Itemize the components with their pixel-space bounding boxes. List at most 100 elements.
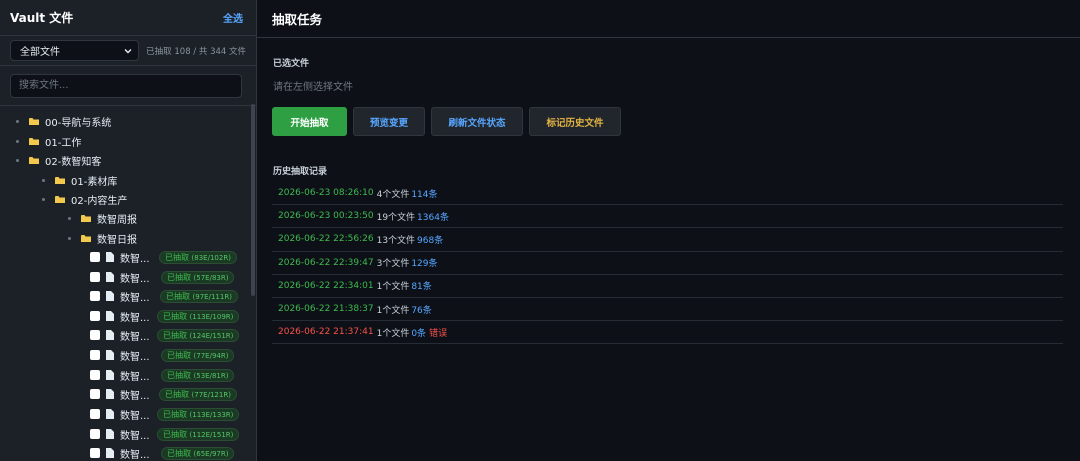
tree-folder-row[interactable]: 02-数智知客 [16, 151, 101, 169]
preview-changes-button[interactable]: 预览变更 [353, 107, 425, 136]
sidebar-scrollbar[interactable] [251, 104, 255, 296]
file-icon [106, 429, 114, 439]
history-count: 76条 [411, 305, 432, 316]
start-extract-button[interactable]: 开始抽取 [272, 107, 347, 136]
history-count: 1364条 [417, 212, 449, 223]
file-row[interactable]: 数智... [90, 346, 157, 364]
file-row[interactable]: 数智... [90, 326, 157, 344]
chevron-down-icon [124, 48, 132, 53]
history-list: 2026-06-23 08:26:10 4个文件 114条 2026-06-23… [272, 182, 1063, 345]
action-buttons: 开始抽取 预览变更 刷新文件状态 标记历史文件 [272, 107, 627, 136]
folder-icon [55, 176, 65, 184]
history-files: 1个文件 [376, 305, 410, 316]
file-name: 数智... [120, 253, 150, 265]
file-name: 数智... [120, 292, 150, 304]
file-name: 数智... [120, 351, 150, 363]
file-row[interactable]: 数智... [90, 268, 157, 286]
tree-bullet-icon [16, 119, 19, 123]
file-filter-select[interactable]: 全部文件 [10, 40, 140, 61]
tree-folder-row[interactable]: 数智周报 [68, 209, 137, 227]
file-icon [106, 389, 114, 399]
file-checkbox[interactable] [90, 330, 100, 340]
folder-icon [29, 156, 39, 164]
file-checkbox[interactable] [90, 272, 100, 282]
file-icon [106, 272, 114, 282]
tree-folder-row[interactable]: 数智日报 [68, 229, 137, 247]
tree-folder-row[interactable]: 00-导航与系统 [16, 112, 111, 130]
tree-folder-row[interactable]: 01-工作 [16, 132, 81, 150]
file-name: 数智... [120, 273, 150, 285]
badge-detail: (112E/151R) [189, 431, 234, 439]
history-row: 2026-06-22 21:38:37 1个文件 76条 [272, 298, 1063, 322]
history-row: 2026-06-22 22:39:47 3个文件 129条 [272, 252, 1063, 275]
badge-detail: (124E/151R) [189, 332, 234, 340]
file-name: 数智... [120, 371, 150, 383]
history-files: 3个文件 [376, 259, 410, 270]
history-row: 2026-06-22 22:34:01 1个文件 81条 [272, 275, 1063, 298]
file-icon [106, 350, 114, 360]
file-icon [106, 291, 114, 301]
file-checkbox[interactable] [90, 252, 100, 262]
page-title: 抽取任务 [272, 12, 323, 27]
folder-icon [55, 195, 65, 203]
status-badge: 已抽取 (113E/133R) [157, 408, 240, 421]
mark-history-button[interactable]: 标记历史文件 [529, 107, 621, 136]
status-badge: 已抽取 (77E/121R) [159, 388, 237, 401]
history-count: 129条 [411, 259, 438, 270]
file-row[interactable]: 数智... [90, 444, 157, 461]
history-count: 114条 [411, 189, 438, 200]
file-filter-value: 全部文件 [20, 47, 60, 58]
history-row: 2026-06-23 08:26:10 4个文件 114条 [272, 182, 1063, 206]
select-all-link[interactable]: 全选 [223, 10, 243, 25]
badge-detail: (65E/97R) [193, 450, 229, 458]
file-checkbox[interactable] [90, 370, 100, 380]
history-files: 4个文件 [376, 189, 410, 200]
history-time: 2026-06-23 08:26:10 [278, 188, 374, 199]
status-badge: 已抽取 (77E/94R) [161, 349, 235, 362]
file-row[interactable]: 数智... [90, 425, 157, 443]
file-checkbox[interactable] [90, 291, 100, 301]
file-row[interactable]: 数智... [90, 385, 157, 403]
file-checkbox[interactable] [90, 429, 100, 439]
badge-status: 已抽取 [165, 390, 189, 399]
tree-folder-row[interactable]: 02-内容生产 [42, 190, 127, 208]
file-row[interactable]: 数智... [90, 307, 157, 325]
main-header: 抽取任务 [257, 0, 1080, 38]
file-checkbox[interactable] [90, 409, 100, 419]
folder-label: 数智日报 [97, 234, 137, 246]
file-icon [106, 370, 114, 380]
history-count: 0条 [411, 328, 427, 339]
tree-folder-row[interactable]: 01-素材库 [42, 171, 117, 189]
folder-label: 数智周报 [97, 214, 137, 226]
file-row[interactable]: 数智... [90, 366, 157, 384]
file-row[interactable]: 数智... [90, 405, 157, 423]
selected-files-placeholder: 请在左侧选择文件 [273, 82, 353, 93]
file-checkbox[interactable] [90, 311, 100, 321]
status-badge: 已抽取 (57E/83R) [161, 271, 235, 284]
history-time: 2026-06-22 21:38:37 [278, 304, 374, 315]
history-row: 2026-06-23 00:23:50 19个文件 1364条 [272, 205, 1063, 229]
badge-status: 已抽取 [163, 430, 187, 439]
badge-status: 已抽取 [166, 292, 190, 301]
file-icon [106, 252, 114, 262]
file-checkbox[interactable] [90, 350, 100, 360]
extract-task-panel: 抽取任务 已选文件 请在左侧选择文件 开始抽取 预览变更 刷新文件状态 标记历史… [257, 0, 1080, 461]
file-row[interactable]: 数智... [90, 287, 157, 305]
file-name: 数智... [120, 312, 150, 324]
search-input[interactable] [10, 73, 242, 98]
badge-detail: (57E/83R) [193, 274, 229, 282]
status-badge: 已抽取 (97E/111R) [160, 290, 238, 303]
folder-icon [81, 234, 91, 242]
tree-bullet-icon [42, 178, 45, 182]
file-row[interactable]: 数智... [90, 248, 157, 266]
file-sidebar: Vault 文件 全选 全部文件 已抽取 108 / 共 344 文件 00-导… [0, 0, 257, 461]
file-checkbox[interactable] [90, 448, 100, 458]
file-tree: 00-导航与系统 01-工作 02-数智知客 01-素材库 02-内容生产 数智… [0, 110, 250, 461]
refresh-status-button[interactable]: 刷新文件状态 [431, 107, 523, 136]
file-checkbox[interactable] [90, 389, 100, 399]
tree-bullet-icon [68, 236, 71, 240]
file-name: 数智... [120, 410, 150, 422]
badge-detail: (77E/121R) [191, 391, 231, 399]
badge-detail: (53E/81R) [193, 372, 229, 380]
history-time: 2026-06-22 22:34:01 [278, 280, 374, 291]
